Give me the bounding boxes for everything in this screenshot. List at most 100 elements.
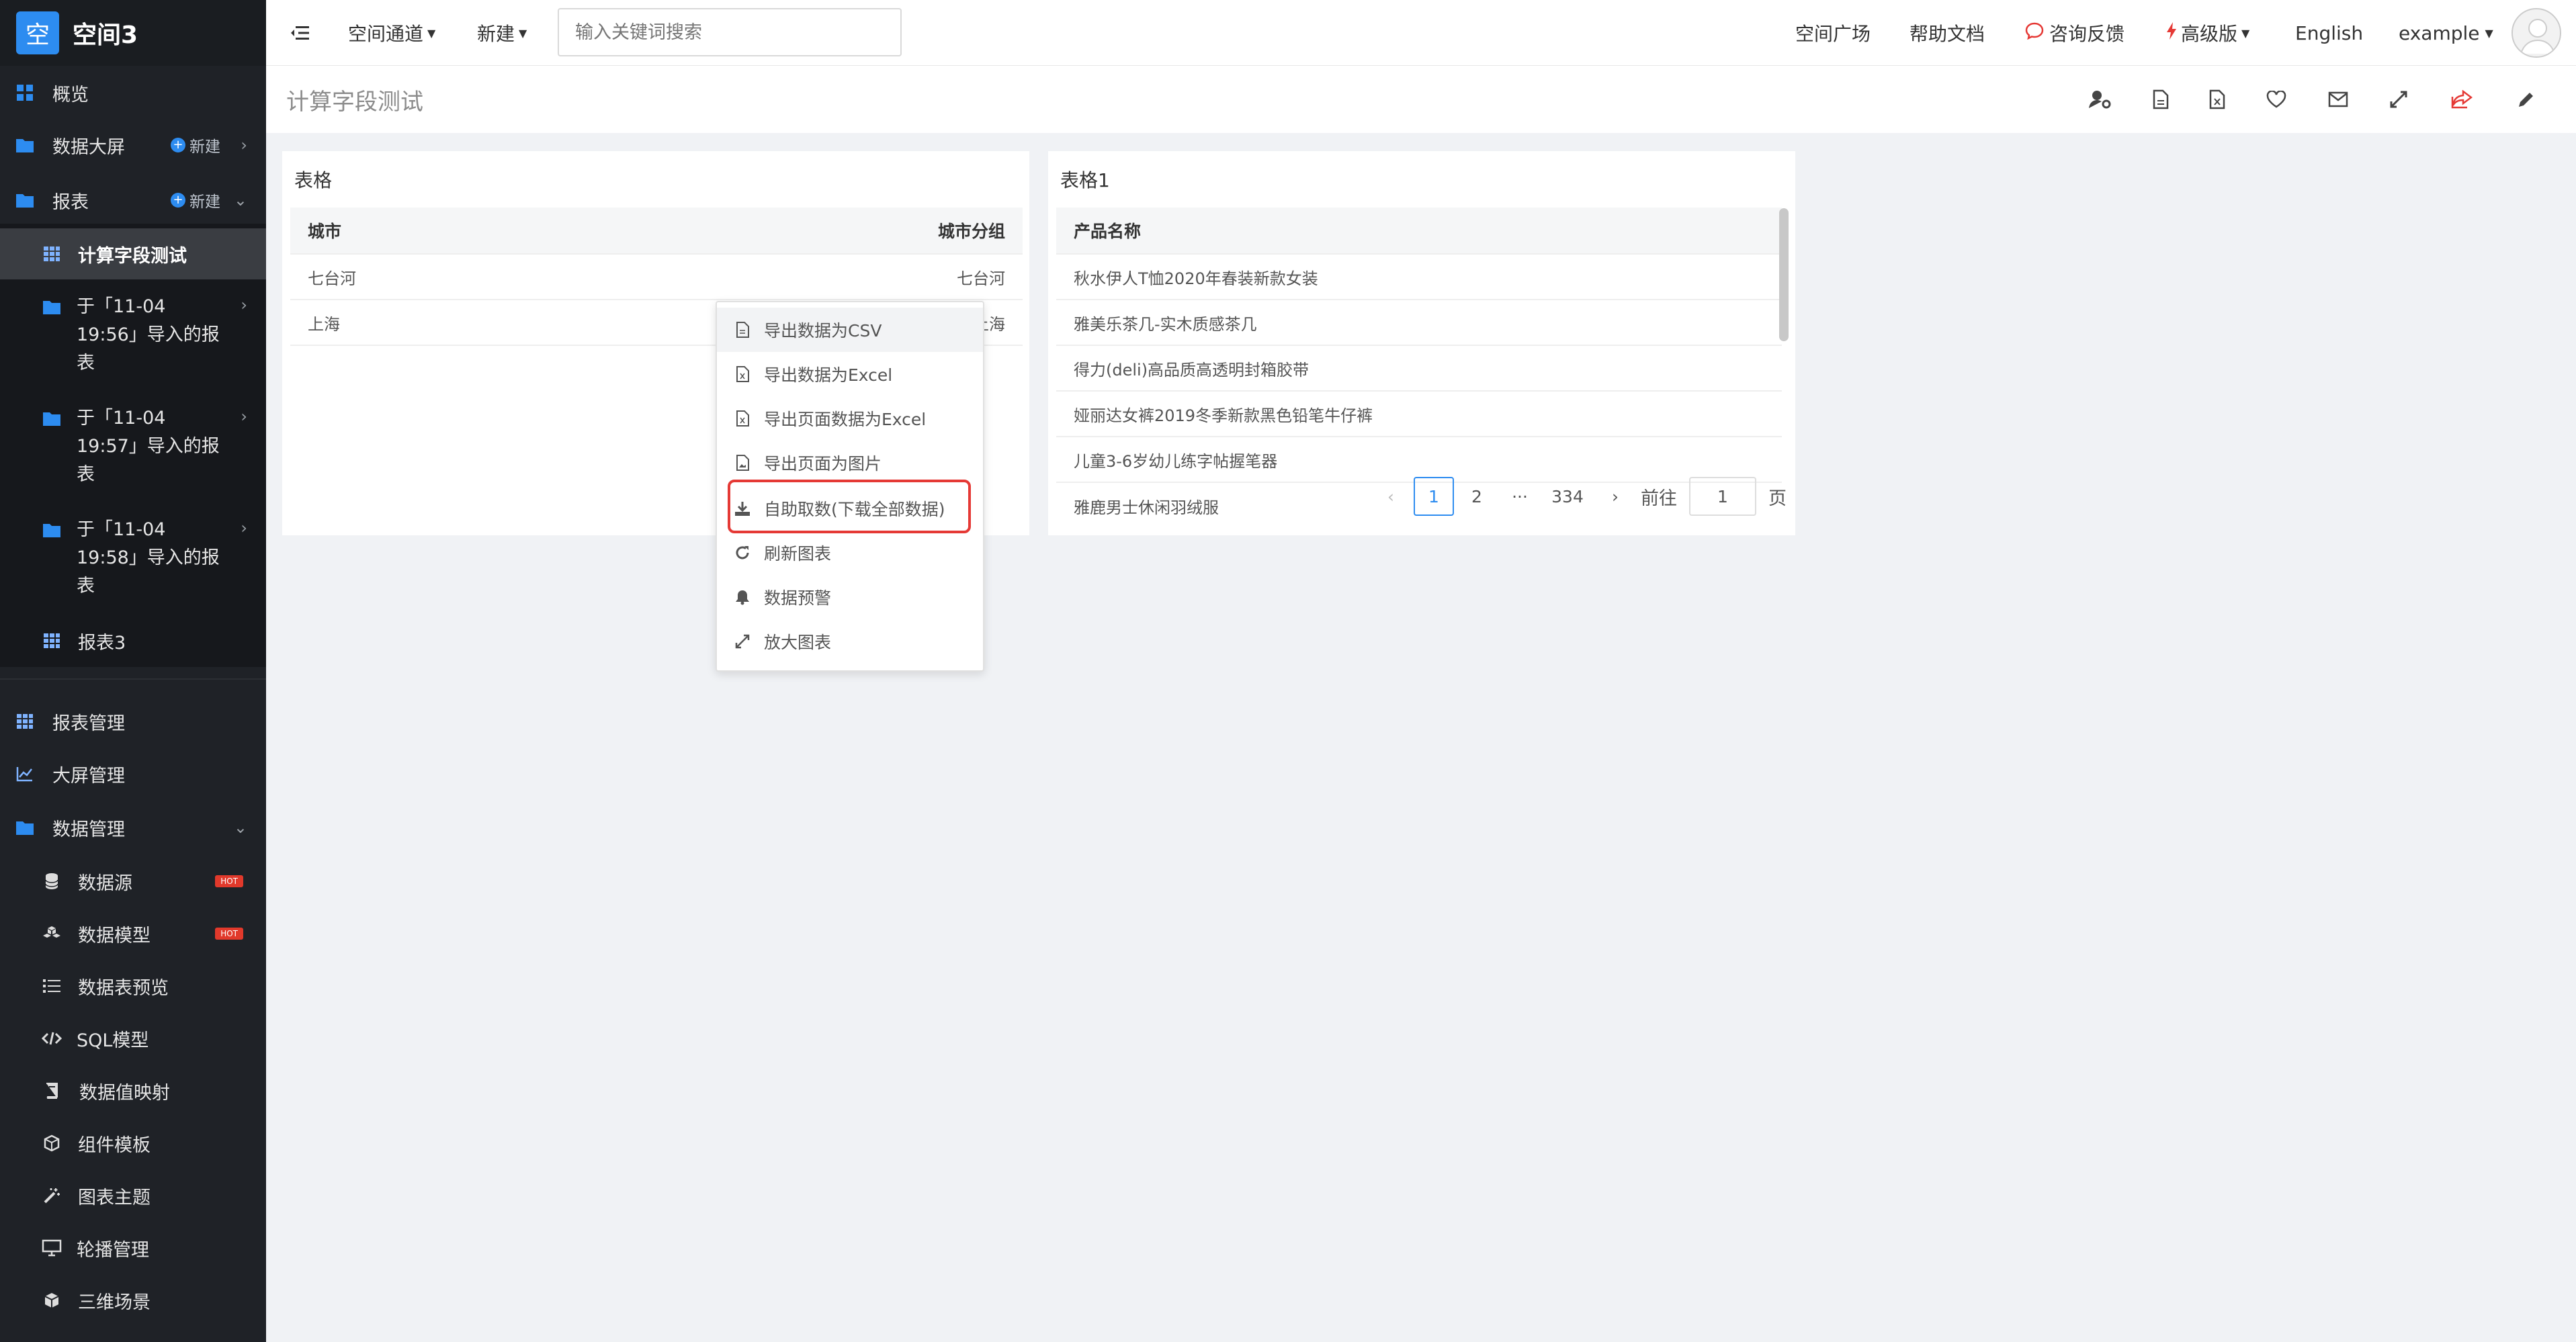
cube-icon xyxy=(42,1290,62,1310)
sidebar-item-data-mgmt[interactable]: 数据管理 ⌄ xyxy=(0,809,266,846)
page-suffix: 页 xyxy=(1768,488,1787,509)
premium-dropdown[interactable]: 高级版 ▼ xyxy=(2166,0,2249,66)
chevron-down-icon: ⌄ xyxy=(233,191,247,210)
sidebar-item-overview[interactable]: 概览 xyxy=(0,74,266,111)
column-header[interactable]: 产品名称 xyxy=(1056,218,1158,242)
sidebar-item-datascreen[interactable]: 数据大屏 + 新建 › xyxy=(0,126,266,164)
sidebar-item-3d-scene[interactable]: 三维场景 xyxy=(0,1282,266,1319)
sidebar-item-table-preview[interactable]: 数据表预览 xyxy=(0,967,266,1005)
sidebar-item-sql-model[interactable]: SQL模型 xyxy=(0,1020,266,1057)
sidebar-item-datamodel[interactable]: 数据模型 HOT xyxy=(0,915,266,952)
avatar[interactable] xyxy=(2511,8,2561,58)
page-1-button[interactable]: 1 xyxy=(1414,477,1454,516)
sidebar-item-value-map[interactable]: 数据值映射 xyxy=(0,1072,266,1110)
export-file-icon[interactable] xyxy=(2147,86,2174,113)
next-page-icon[interactable]: › xyxy=(1595,477,1635,516)
folder-icon xyxy=(15,190,35,210)
table-row[interactable]: 娅丽达女裤2019冬季新款黑色铅笔牛仔裤 xyxy=(1056,392,1782,437)
sidebar-item-import-1956[interactable]: 于「11-04 19:56」导入的报表 › xyxy=(0,293,266,380)
table-scrollbar[interactable] xyxy=(1779,208,1789,341)
hot-badge: HOT xyxy=(215,875,243,887)
column-header[interactable]: 城市分组 xyxy=(920,218,1023,242)
edit-pencil-icon[interactable] xyxy=(2513,86,2540,113)
sidebar-item-screen-mgmt[interactable]: 大屏管理 xyxy=(0,755,266,793)
space-channel-dropdown[interactable]: 空间通道 ▼ xyxy=(348,0,435,66)
table-header-row: 产品名称 xyxy=(1056,208,1782,255)
menu-enlarge-chart[interactable]: 放大图表 xyxy=(717,619,983,664)
help-docs-link[interactable]: 帮助文档 xyxy=(1909,0,1985,66)
logo[interactable]: 空 空间3 xyxy=(0,0,266,66)
chevron-right-icon: › xyxy=(241,136,247,154)
page-last-button[interactable]: 334 xyxy=(1543,477,1592,516)
sidebar-item-datasource[interactable]: 数据源 HOT xyxy=(0,862,266,900)
column-header[interactable]: 城市 xyxy=(290,218,920,242)
cubes-icon xyxy=(42,924,62,944)
table-row[interactable]: 雅美乐茶几-实木质感茶几 xyxy=(1056,300,1782,346)
language-switch[interactable]: English xyxy=(2295,0,2363,66)
table-row[interactable]: 秋水伊人T恤2020年春装新款女装 xyxy=(1056,255,1782,300)
book-icon xyxy=(42,1081,62,1101)
user-dropdown[interactable]: example ▼ xyxy=(2399,0,2493,66)
highlight-box xyxy=(728,480,971,533)
sidebar-item-chart-theme[interactable]: 图表主题 xyxy=(0,1177,266,1214)
hot-badge: HOT xyxy=(215,928,243,940)
sidebar-divider xyxy=(0,678,266,680)
sidebar-item-label: 数据管理 xyxy=(52,819,125,840)
menu-toggle-icon[interactable] xyxy=(290,0,309,66)
caret-down-icon: ▼ xyxy=(519,26,527,40)
sidebar-item-label: 报表 xyxy=(52,191,89,213)
plus-icon: + xyxy=(171,138,185,152)
new-dropdown[interactable]: 新建 ▼ xyxy=(477,0,527,66)
table-cell: 雅美乐茶几-实木质感茶几 xyxy=(1074,314,1257,334)
table-cell: 娅丽达女裤2019冬季新款黑色铅笔牛仔裤 xyxy=(1074,406,1373,425)
goto-page-input[interactable]: 1 xyxy=(1689,477,1756,516)
sidebar-item-component-template[interactable]: 组件模板 xyxy=(0,1124,266,1162)
panel-title: 表格1 xyxy=(1060,169,1110,191)
logo-icon: 空 xyxy=(16,11,59,54)
sidebar-item-import-1957[interactable]: 于「11-04 19:57」导入的报表 › xyxy=(0,404,266,492)
bell-icon xyxy=(733,588,752,607)
sidebar-item-reports[interactable]: 报表 + 新建 ⌄ xyxy=(0,181,266,219)
feedback-link[interactable]: 咨询反馈 xyxy=(2025,0,2124,66)
chevron-right-icon: › xyxy=(241,296,247,314)
heart-icon[interactable] xyxy=(2263,86,2290,113)
user-settings-icon[interactable] xyxy=(2087,86,2114,113)
fullscreen-icon[interactable] xyxy=(2385,86,2412,113)
share-icon[interactable] xyxy=(2448,86,2475,113)
page-ellipsis[interactable]: ··· xyxy=(1500,477,1540,516)
chevron-right-icon: › xyxy=(241,407,247,426)
sidebar-item-import-1958[interactable]: 于「11-04 19:58」导入的报表 › xyxy=(0,516,266,603)
menu-export-page-image[interactable]: 导出页面为图片 xyxy=(717,441,983,485)
sidebar-item-label: 于「11-04 19:56」导入的报表 xyxy=(77,296,220,373)
table-row[interactable]: 得力(deli)高品质高透明封箱胶带 xyxy=(1056,346,1782,392)
menu-data-alert[interactable]: 数据预警 xyxy=(717,575,983,619)
sidebar-item-label: 计算字段测试 xyxy=(78,245,187,267)
folder-icon xyxy=(15,135,35,155)
folder-icon xyxy=(42,297,62,317)
panel-title: 表格 xyxy=(294,169,333,191)
sidebar-item-report-mgmt[interactable]: 报表管理 xyxy=(0,703,266,740)
table-cell: 儿童3-6岁幼儿练字帖握笔器 xyxy=(1074,451,1278,471)
new-datascreen-button[interactable]: + 新建 xyxy=(171,134,220,156)
space-plaza-link[interactable]: 空间广场 xyxy=(1795,0,1871,66)
page-2-button[interactable]: 2 xyxy=(1457,477,1497,516)
mail-icon[interactable] xyxy=(2325,86,2352,113)
sidebar-item-label: 报表管理 xyxy=(52,713,125,734)
new-report-button[interactable]: + 新建 xyxy=(171,189,220,212)
sidebar-item-carousel[interactable]: 轮播管理 xyxy=(0,1229,266,1267)
menu-refresh-chart[interactable]: 刷新图表 xyxy=(717,531,983,575)
sidebar-item-report-calc[interactable]: 计算字段测试 xyxy=(0,228,266,279)
sidebar-item-label: 于「11-04 19:57」导入的报表 xyxy=(77,408,220,485)
search-input[interactable] xyxy=(558,8,902,56)
sidebar-item-label: 数据模型 xyxy=(78,925,151,946)
chevron-down-icon: ⌄ xyxy=(233,818,247,837)
table-row[interactable]: 七台河 七台河 xyxy=(290,255,1023,300)
lightning-icon xyxy=(2166,21,2177,45)
menu-export-csv[interactable]: 导出数据为CSV xyxy=(717,308,983,352)
excel-file-icon[interactable] xyxy=(2204,86,2231,113)
goto-label: 前往 xyxy=(1641,488,1677,509)
menu-export-page-excel[interactable]: 导出页面数据为Excel xyxy=(717,396,983,441)
menu-export-excel[interactable]: 导出数据为Excel xyxy=(717,352,983,396)
prev-page-icon[interactable]: ‹ xyxy=(1371,477,1411,516)
sidebar-item-report3[interactable]: 报表3 xyxy=(0,622,266,660)
